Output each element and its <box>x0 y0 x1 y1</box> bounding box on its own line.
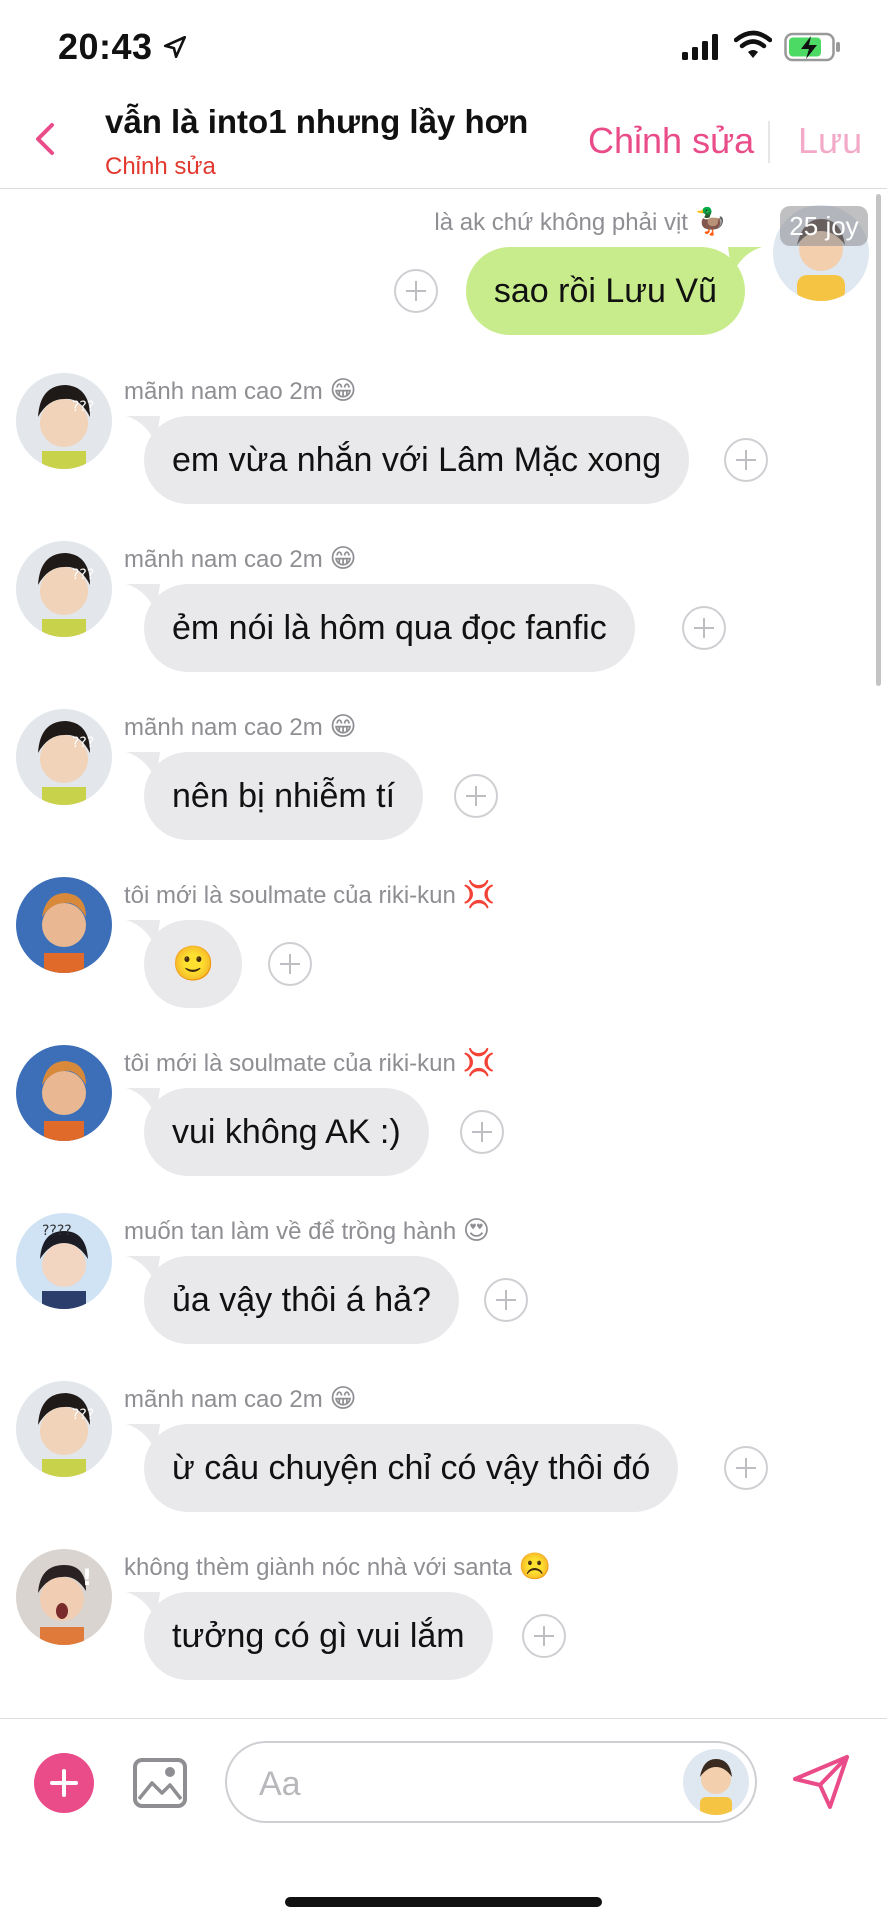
bubble-tail <box>126 920 160 948</box>
bubble-tail <box>126 1592 160 1620</box>
sender-name: tôi mới là soulmate của riki-kun 💢 <box>124 879 495 909</box>
back-chevron-icon[interactable] <box>30 117 60 161</box>
bubble-tail <box>126 416 160 444</box>
battery-charging-icon <box>784 32 840 62</box>
svg-text:???: ??? <box>72 1407 94 1423</box>
avatar[interactable]: ! <box>16 1549 112 1645</box>
my-sender-name: là ak chứ không phải vịt 🦆 <box>434 206 727 236</box>
scrollbar[interactable] <box>876 194 881 686</box>
react-plus-icon[interactable] <box>724 1446 768 1490</box>
avatar[interactable]: ??? <box>16 373 112 469</box>
bubble-tail <box>126 1256 160 1284</box>
message-bubble[interactable]: tưởng có gì vui lắm <box>144 1592 493 1680</box>
message-bubble[interactable]: em vừa nhắn với Lâm Mặc xong <box>144 416 690 504</box>
react-plus-icon[interactable] <box>724 438 768 482</box>
avatar[interactable]: ???? <box>16 1213 112 1309</box>
avatar[interactable] <box>16 1045 112 1141</box>
sender-name: mãnh nam cao 2m 😁 <box>124 375 357 405</box>
avatar[interactable]: ??? <box>16 1381 112 1477</box>
svg-text:!: ! <box>82 1566 92 1591</box>
bubble-tail <box>126 1088 160 1116</box>
send-icon[interactable] <box>790 1751 852 1813</box>
svg-text:????: ???? <box>42 1223 72 1239</box>
sender-name: mãnh nam cao 2m 😁 <box>124 1383 357 1413</box>
react-plus-icon[interactable] <box>682 606 726 650</box>
message-bubble[interactable]: ủa vậy thôi á hả? <box>144 1256 459 1344</box>
message-input-box[interactable] <box>225 1741 757 1823</box>
message-input[interactable] <box>257 1761 641 1807</box>
joy-badge: 25 joy <box>780 206 868 246</box>
status-bar: 20:43 <box>0 0 887 95</box>
edit-button[interactable]: Chỉnh sửa <box>588 120 754 162</box>
sender-name: mãnh nam cao 2m 😁 <box>124 711 357 741</box>
add-plus-button[interactable] <box>34 1753 94 1813</box>
chat-subtitle-edit-link[interactable]: Chỉnh sửa <box>105 153 216 181</box>
svg-text:???: ??? <box>72 567 94 583</box>
message-bubble[interactable]: ẻm nói là hôm qua đọc fanfic <box>144 584 635 672</box>
message-bubble[interactable]: ừ câu chuyện chỉ có vậy thôi đó <box>144 1424 679 1512</box>
svg-text:???: ??? <box>72 399 94 415</box>
bubble-tail <box>126 1424 160 1452</box>
header-divider <box>768 121 770 163</box>
chat-title[interactable]: vẫn là into1 nhưng lầy hơn <box>105 103 528 141</box>
sender-name: tôi mới là soulmate của riki-kun 💢 <box>124 1047 495 1077</box>
sender-name: không thèm giành nóc nhà với santa ☹️ <box>124 1551 552 1581</box>
wifi-icon <box>734 30 772 58</box>
svg-text:???: ??? <box>72 735 94 751</box>
my-bubble-tail <box>728 247 762 275</box>
location-arrow-icon <box>163 35 187 59</box>
avatar[interactable]: ??? <box>16 541 112 637</box>
message-bubble[interactable]: vui không AK :) <box>144 1088 429 1176</box>
react-plus-icon[interactable] <box>454 774 498 818</box>
persona-avatar[interactable] <box>683 1749 749 1815</box>
react-plus-icon[interactable] <box>522 1614 566 1658</box>
avatar[interactable]: ??? <box>16 709 112 805</box>
message-bubble[interactable]: nên bị nhiễm tí <box>144 752 424 840</box>
chat-header: vẫn là into1 nhưng lầy hơn Chỉnh sửa Chỉ… <box>0 95 887 189</box>
save-button[interactable]: Lưu <box>798 120 862 162</box>
status-time: 20:43 <box>58 26 153 67</box>
react-plus-icon[interactable] <box>484 1278 528 1322</box>
react-plus-icon[interactable] <box>268 942 312 986</box>
composer-bar <box>0 1718 887 1921</box>
react-plus-icon[interactable] <box>394 269 438 313</box>
bubble-tail <box>126 752 160 780</box>
avatar[interactable] <box>16 877 112 973</box>
home-indicator[interactable] <box>285 1897 602 1907</box>
react-plus-icon[interactable] <box>460 1110 504 1154</box>
image-gallery-icon[interactable] <box>132 1757 188 1809</box>
my-message-bubble[interactable]: sao rồi Lưu Vũ <box>465 247 745 335</box>
cellular-signal-icon <box>682 34 718 60</box>
sender-name: muốn tan làm về để trồng hành 😍 <box>124 1215 490 1245</box>
bubble-tail <box>126 584 160 612</box>
sender-name: mãnh nam cao 2m 😁 <box>124 543 357 573</box>
